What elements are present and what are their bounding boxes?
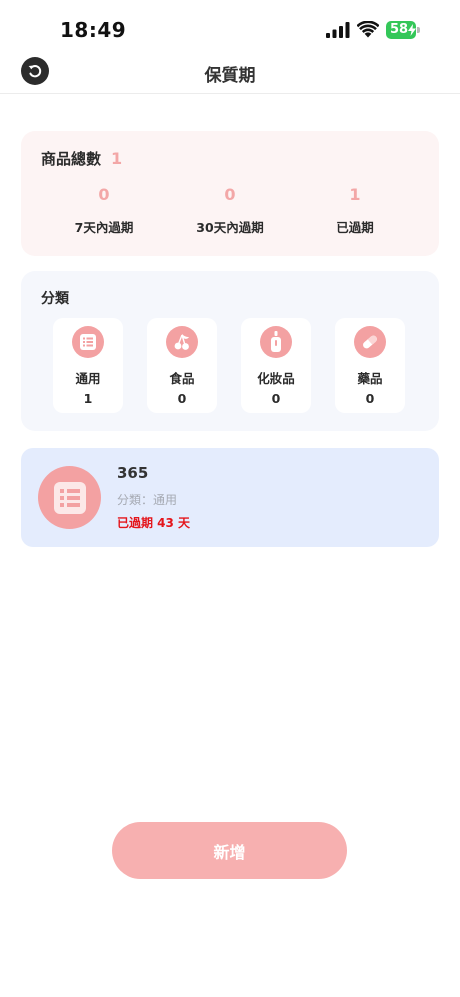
- category-card: 分類 通用 1 食品 0 化妝品 0 藥品 0: [21, 271, 439, 431]
- item-name: 365: [117, 464, 149, 482]
- category-cosmetics[interactable]: 化妝品 0: [241, 318, 311, 413]
- status-time: 18:49: [60, 18, 127, 42]
- category-count: 0: [365, 391, 375, 406]
- total-products-count: 1: [111, 149, 123, 168]
- status-bar: 18:49 58: [0, 0, 460, 52]
- stat-label: 30天內過期: [196, 220, 264, 235]
- stat-value: 0: [224, 185, 236, 204]
- bottle-icon: [260, 326, 292, 358]
- list-item[interactable]: 365 分類：通用 已過期 43 天: [21, 448, 439, 547]
- list-icon: [72, 326, 104, 358]
- cellular-signal-icon: [326, 22, 350, 38]
- stat-label: 7天內過期: [74, 220, 134, 235]
- summary-card: 商品總數 1 0 7天內過期 0 30天內過期 1 已過期: [21, 131, 439, 256]
- stat-expire-7-days[interactable]: 0 7天內過期: [34, 185, 174, 236]
- total-products-label: 商品總數: [41, 150, 102, 168]
- stat-label: 已過期: [336, 220, 374, 235]
- category-name: 通用: [75, 371, 101, 386]
- page-title: 保質期: [204, 66, 256, 86]
- battery-indicator: 58: [386, 21, 420, 39]
- category-name: 藥品: [357, 371, 383, 386]
- add-button[interactable]: 新增: [112, 822, 347, 879]
- category-count: 0: [177, 391, 187, 406]
- summary-header: 商品總數 1: [41, 148, 122, 169]
- stat-expired[interactable]: 1 已過期: [285, 185, 425, 236]
- category-medicine[interactable]: 藥品 0: [335, 318, 405, 413]
- cherry-icon: [166, 326, 198, 358]
- category-general[interactable]: 通用 1: [53, 318, 123, 413]
- category-name: 化妝品: [257, 371, 295, 386]
- battery-cap: [417, 27, 420, 33]
- charging-bolt-icon: [408, 24, 416, 36]
- nav-bar: 保質期: [0, 52, 460, 94]
- battery-level: 58: [389, 22, 409, 37]
- item-expiry-status: 已過期 43 天: [117, 516, 191, 530]
- item-category: 分類：通用: [117, 493, 178, 507]
- pill-icon: [354, 326, 386, 358]
- list-icon: [38, 466, 101, 529]
- category-section-title: 分類: [41, 291, 69, 307]
- category-count: 0: [271, 391, 281, 406]
- category-count: 1: [83, 391, 93, 406]
- stat-value: 1: [349, 185, 361, 204]
- category-name: 食品: [169, 371, 195, 386]
- category-food[interactable]: 食品 0: [147, 318, 217, 413]
- wifi-icon: [357, 21, 379, 38]
- stat-value: 0: [98, 185, 110, 204]
- stat-expire-30-days[interactable]: 0 30天內過期: [160, 185, 300, 236]
